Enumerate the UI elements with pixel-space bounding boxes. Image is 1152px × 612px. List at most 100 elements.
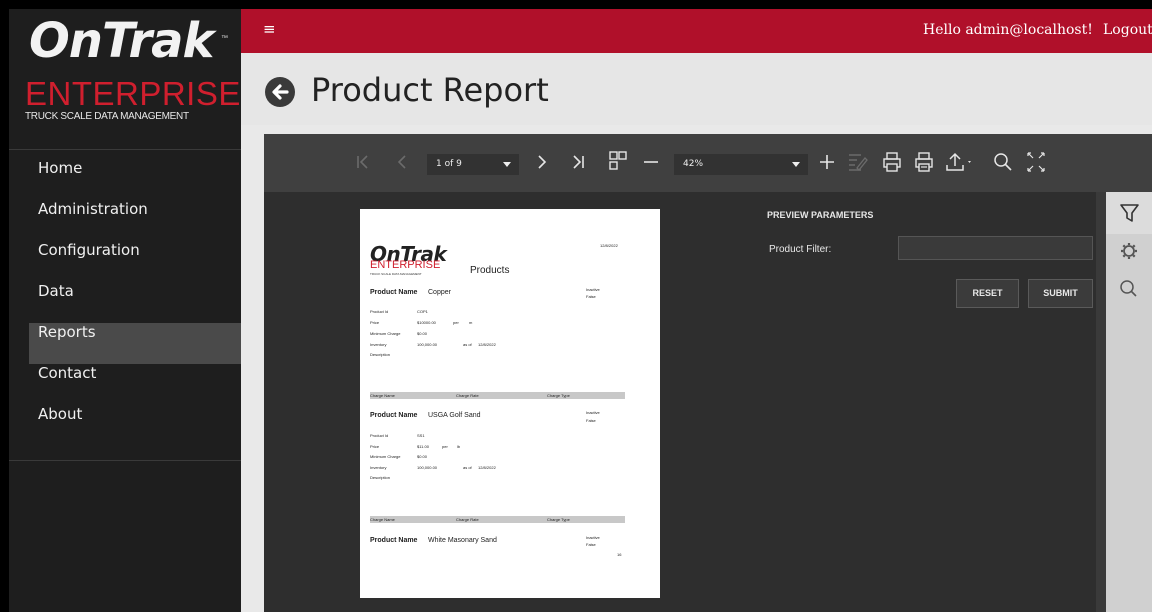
- previous-page-icon[interactable]: [396, 153, 408, 171]
- nav-item-data[interactable]: Data: [29, 282, 241, 323]
- zoom-in-icon[interactable]: [819, 153, 835, 171]
- settings-gear-icon[interactable]: [1106, 234, 1152, 270]
- back-arrow-icon[interactable]: [265, 77, 295, 107]
- chevron-down-icon: [503, 162, 511, 167]
- inventory-value: 100,000.00: [417, 342, 438, 347]
- min-charge-value: $0.00: [417, 331, 428, 336]
- edit-fields-icon[interactable]: [846, 151, 868, 173]
- product-id-value: SS1: [417, 433, 425, 438]
- user-greeting: Hello admin@localhost!: [923, 22, 1093, 38]
- logo-tm: ™: [221, 35, 228, 42]
- field-label: Minimum Charge: [370, 331, 401, 336]
- charge-header: Charge Name: [370, 393, 395, 398]
- nav-item-about[interactable]: About: [29, 405, 241, 446]
- charge-header-bar: [370, 392, 625, 399]
- inactive-label: Inactive: [586, 535, 600, 540]
- field-label: Product Id: [370, 309, 389, 314]
- field-label: Inventory: [370, 465, 387, 470]
- nav-item-home[interactable]: Home: [29, 159, 241, 200]
- field-label: Price: [370, 444, 380, 449]
- nav-divider: [9, 460, 241, 461]
- field-label: Price: [370, 320, 380, 325]
- menu-icon[interactable]: ≡: [263, 20, 276, 38]
- charge-header: Charge Rate: [456, 393, 479, 398]
- inventory-value: 100,000.00: [417, 465, 438, 470]
- zoom-out-icon[interactable]: [643, 153, 659, 171]
- tab-parameters[interactable]: [1106, 192, 1152, 234]
- inactive-value: False: [586, 542, 596, 547]
- product-name-label: Product Name: [370, 289, 418, 296]
- field-label: Inventory: [370, 342, 387, 347]
- top-bar: ≡ Hello admin@localhost! Logout: [241, 9, 1152, 53]
- fullscreen-icon[interactable]: [1026, 151, 1046, 173]
- first-page-icon[interactable]: [356, 153, 370, 171]
- charge-header: Charge Rate: [456, 517, 479, 522]
- product-name-label: Product Name: [370, 412, 418, 419]
- as-of-label: as of: [463, 465, 472, 470]
- panel-tab-strip: [1096, 192, 1152, 612]
- nav-divider: [9, 149, 241, 150]
- as-of-value: 12/8/2022: [478, 342, 496, 347]
- print-page-icon[interactable]: [914, 151, 934, 173]
- logo-tagline: TRUCK SCALE DATA MANAGEMENT: [25, 111, 189, 122]
- charge-header: Charge Type: [547, 393, 570, 398]
- inactive-label: Inactive: [586, 287, 600, 292]
- nav-item-administration[interactable]: Administration: [29, 200, 241, 241]
- field-label: Description: [370, 352, 391, 357]
- charge-header-bar: [370, 516, 625, 523]
- inactive-value: False: [586, 418, 596, 423]
- product-name-value: USGA Golf Sand: [428, 412, 481, 419]
- submit-button[interactable]: SUBMIT: [1028, 279, 1093, 308]
- field-label: Description: [370, 475, 391, 480]
- filter-icon: [1120, 204, 1139, 222]
- search-icon[interactable]: [993, 151, 1013, 173]
- min-charge-value: $0.00: [417, 454, 428, 459]
- unit-value: m: [469, 320, 473, 325]
- next-page-icon[interactable]: [536, 153, 548, 171]
- main-nav: Home Administration Configuration Data R…: [29, 159, 241, 446]
- per-label: per: [453, 320, 459, 325]
- tab-strip-body: [1106, 234, 1152, 612]
- search-icon[interactable]: [1106, 272, 1152, 308]
- preview-parameters-panel: PREVIEW PARAMETERS Product Filter: RESET…: [755, 192, 1096, 612]
- logo-brand: OnTrak: [29, 13, 214, 69]
- nav-item-contact[interactable]: Contact: [29, 364, 241, 405]
- chevron-down-icon: [792, 162, 800, 167]
- field-label: Minimum Charge: [370, 454, 401, 459]
- last-page-icon[interactable]: [571, 153, 585, 171]
- app-logo[interactable]: OnTrak ™ ENTERPRISE TRUCK SCALE DATA MAN…: [9, 9, 241, 137]
- as-of-label: as of: [463, 342, 472, 347]
- per-label: per: [442, 444, 448, 449]
- product-name-value: White Masonary Sand: [428, 537, 497, 544]
- nav-item-reports[interactable]: Reports: [29, 323, 241, 364]
- zoom-selector-value: 42%: [683, 159, 704, 169]
- export-icon[interactable]: [945, 151, 975, 173]
- multipage-view-icon[interactable]: [608, 150, 628, 172]
- product-id-value: COP1: [417, 309, 428, 314]
- charge-header: Charge Name: [370, 517, 395, 522]
- report-logo-edition: ENTERPRISE: [370, 259, 441, 271]
- page-selector-value: 1 of 9: [436, 159, 462, 169]
- logo-edition: ENTERPRISE: [25, 75, 241, 112]
- reset-button[interactable]: RESET: [956, 279, 1019, 308]
- price-value: $10000.00: [417, 320, 436, 325]
- page-number: 16: [617, 552, 622, 557]
- logout-link[interactable]: Logout: [1103, 22, 1152, 38]
- unit-value: lb: [457, 444, 461, 449]
- product-name-label: Product Name: [370, 537, 418, 544]
- product-filter-label: Product Filter:: [769, 244, 832, 255]
- product-filter-input[interactable]: [898, 236, 1093, 260]
- zoom-selector[interactable]: 42%: [674, 154, 808, 175]
- as-of-value: 12/8/2022: [478, 465, 496, 470]
- app-window: OnTrak ™ ENTERPRISE TRUCK SCALE DATA MAN…: [9, 9, 1152, 612]
- viewer-toolbar: 1 of 9 42%: [264, 134, 1152, 192]
- page-selector[interactable]: 1 of 9: [427, 154, 519, 175]
- product-name-value: Copper: [428, 289, 451, 296]
- nav-item-configuration[interactable]: Configuration: [29, 241, 241, 282]
- page-header: Product Report: [241, 53, 1152, 125]
- sidebar: OnTrak ™ ENTERPRISE TRUCK SCALE DATA MAN…: [9, 9, 241, 612]
- price-value: $11.00: [417, 444, 429, 449]
- document-preview[interactable]: 12/8/2022 OnTrak ENTERPRISE TRUCK SCALE …: [264, 192, 755, 612]
- report-heading: Products: [470, 265, 510, 276]
- print-icon[interactable]: [882, 151, 902, 173]
